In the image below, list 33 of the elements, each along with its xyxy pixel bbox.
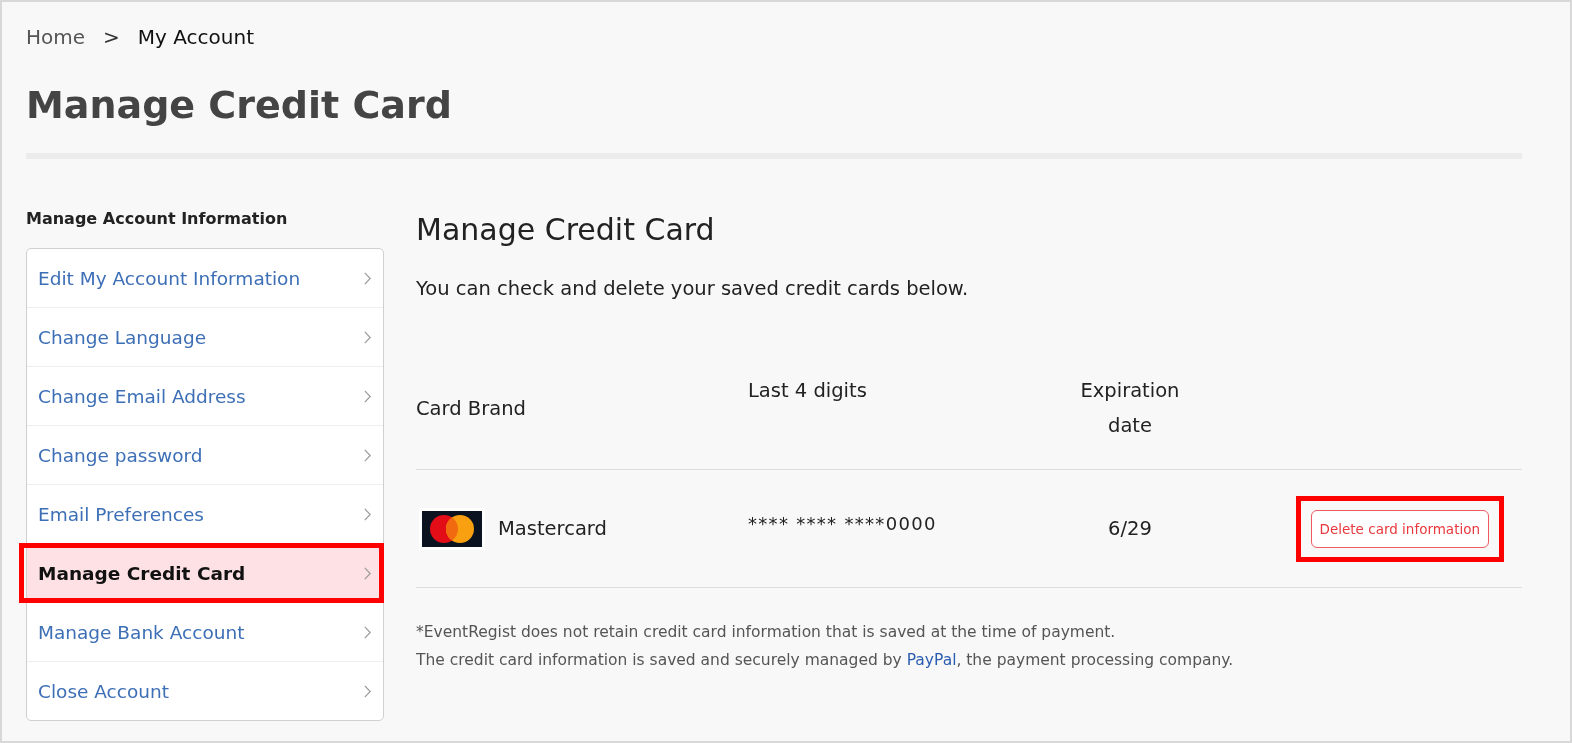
chevron-right-icon	[364, 271, 371, 285]
expiry-date: 6/29	[1108, 517, 1152, 540]
breadcrumb-link[interactable]: Home	[26, 23, 86, 51]
card-number: **** **** ****0000	[748, 513, 937, 534]
card-brand-logo-icon	[419, 507, 485, 550]
sidebar-item[interactable]: Edit My Account Information	[27, 249, 383, 308]
chevron-right-icon	[364, 507, 371, 521]
chevron-right-icon	[364, 625, 371, 639]
chevron-right-icon	[364, 566, 371, 580]
breadcrumb-current: My Account	[137, 24, 255, 51]
sidebar-heading: Manage Account Information	[26, 208, 288, 230]
sidebar-item[interactable]: Manage Bank Account	[27, 603, 383, 662]
sidebar-item[interactable]: Change Language	[27, 308, 383, 367]
column-header: Expiration date	[1079, 378, 1181, 439]
page-title: Manage Credit Card	[26, 82, 452, 129]
section-heading: Manage Credit Card	[416, 211, 715, 249]
footnote-text: *EventRegist does not retain credit card information that is saved at the time of payment.	[416, 622, 1116, 643]
chevron-right-icon	[364, 684, 371, 698]
chevron-right-icon	[364, 448, 371, 462]
sidebar-item[interactable]: Change Email Address	[27, 367, 383, 426]
chevron-right-icon	[364, 330, 371, 344]
sidebar-item[interactable]: Change password	[27, 426, 383, 485]
column-header: Card Brand	[416, 395, 526, 422]
card-brand-name: Mastercard	[498, 517, 607, 540]
provider-link[interactable]: PayPal	[906, 651, 957, 669]
breadcrumb-separator: >	[103, 24, 120, 51]
sidebar-item[interactable]: Close Account	[27, 662, 383, 720]
column-header: Last 4 digits	[748, 378, 867, 404]
delete-card-button[interactable]: Delete card information	[1310, 509, 1489, 548]
sidebar-item[interactable]: Email Preferences	[27, 485, 383, 544]
chevron-right-icon	[364, 389, 371, 403]
intro-text: You can check and delete your saved credit cards below.	[416, 276, 969, 302]
footnote-text: The credit card information is saved and securely managed by PayPal, the payment processing company.	[416, 650, 1234, 671]
